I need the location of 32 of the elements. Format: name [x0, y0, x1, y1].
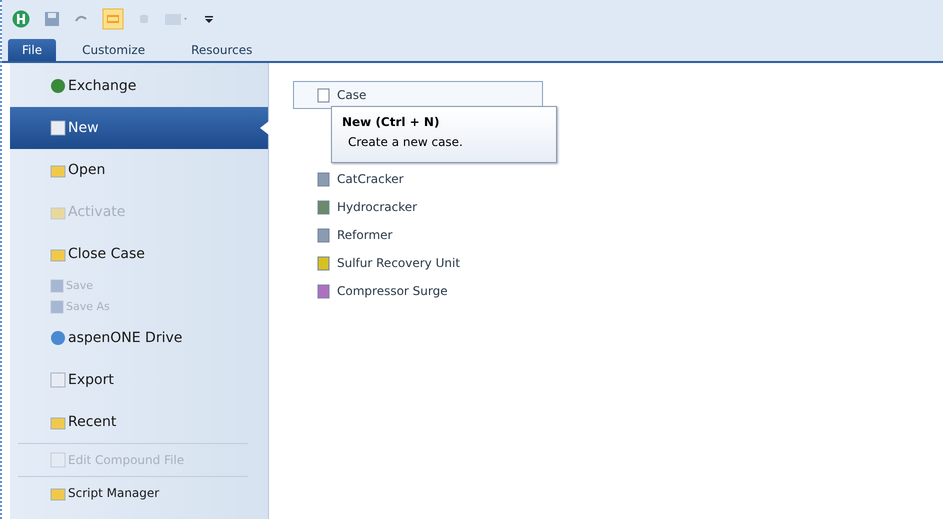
app-logo-icon[interactable]	[12, 10, 30, 28]
file-menu-item[interactable]: Script Manager	[10, 477, 268, 509]
file-menu-item[interactable]: Export	[10, 359, 268, 401]
ribbon-tab[interactable]: File	[8, 39, 56, 61]
template-item[interactable]: Reformer	[293, 221, 416, 249]
panel-icon[interactable]	[102, 8, 124, 30]
file-menu-item[interactable]: New	[10, 107, 268, 149]
tooltip-text: Create a new case.	[347, 135, 464, 149]
drive-icon	[50, 330, 66, 346]
file-menu-item[interactable]: Exchange	[10, 65, 268, 107]
template-item[interactable]: Sulfur Recovery Unit	[293, 249, 484, 277]
file-menu-item[interactable]: Recent	[10, 401, 268, 443]
page-icon	[50, 452, 66, 468]
template-item[interactable]: Hydrocracker	[293, 193, 440, 221]
save-icon[interactable]	[44, 10, 60, 26]
file-menu-item[interactable]: aspenONE Drive	[10, 317, 268, 359]
page-icon	[50, 120, 66, 136]
page-icon	[316, 88, 331, 102]
file-menu-item[interactable]: Open	[10, 149, 268, 191]
stop-icon[interactable]	[138, 12, 150, 24]
customize-arrow-icon[interactable]	[204, 14, 214, 24]
template-item[interactable]: CatCracker	[293, 165, 427, 193]
ribbon-tab[interactable]: Customize	[62, 39, 166, 61]
globe-icon	[50, 78, 66, 94]
template-item[interactable]: Compressor Surge	[293, 277, 471, 305]
tooltip-title: New (Ctrl + N)	[342, 115, 440, 129]
page-icon	[50, 372, 66, 388]
ribbon-tab[interactable]: Resources	[171, 39, 272, 61]
file-menu-item[interactable]: Close Case	[10, 233, 268, 275]
template-item[interactable]: Case	[293, 81, 543, 109]
selection-pointer-icon	[260, 121, 269, 135]
folder-dropdown-icon[interactable]	[164, 12, 190, 26]
